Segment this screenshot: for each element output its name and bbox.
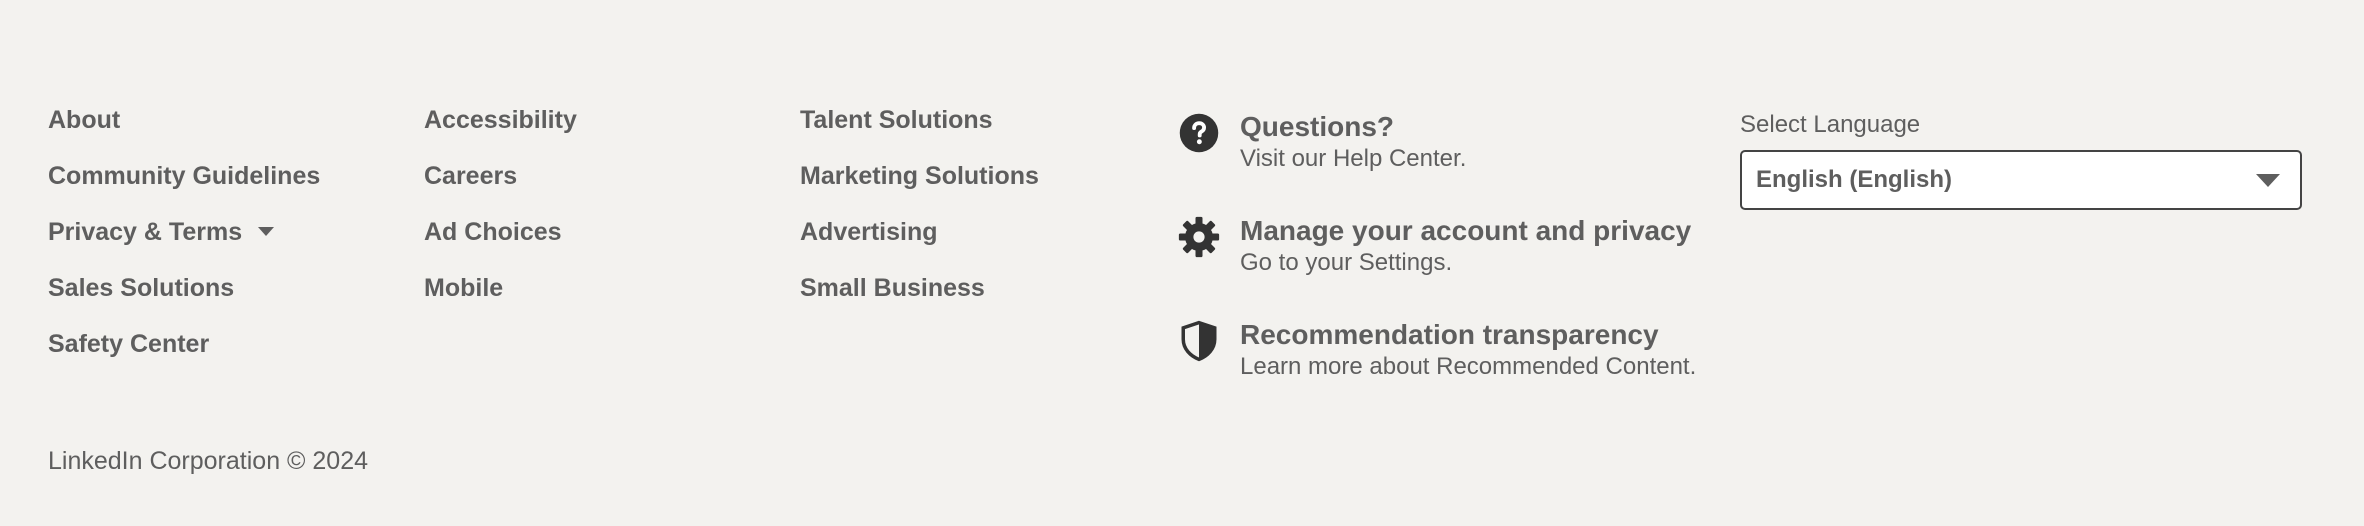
help-item-recommendation: Recommendation transparency Learn more a… <box>1178 318 1696 392</box>
question-circle-icon <box>1179 113 1219 153</box>
help-item-questions: Questions? Visit our Help Center. <box>1178 110 1696 184</box>
global-footer: About Community Guidelines Privacy & Ter… <box>0 0 2364 526</box>
copyright-text: LinkedIn Corporation © 2024 <box>48 447 369 475</box>
help-item-text: Manage your account and privacy Go to yo… <box>1240 214 1691 278</box>
language-selected-value: English (English) <box>1756 166 1952 193</box>
privacy-terms-dropdown[interactable]: Privacy & Terms <box>48 218 320 246</box>
help-section: Questions? Visit our Help Center. Manage… <box>1178 110 1696 422</box>
safety-center-link[interactable]: Safety Center <box>48 330 320 358</box>
questions-desc: Visit our Help Center. <box>1240 145 1467 172</box>
language-selector: Select Language English (English) <box>1740 110 2302 210</box>
talent-solutions-link[interactable]: Talent Solutions <box>800 106 1039 134</box>
settings-link[interactable]: Settings <box>1359 249 1446 276</box>
footer-links-column-2: Accessibility Careers Ad Choices Mobile <box>424 106 577 330</box>
language-label: Select Language <box>1740 111 1921 138</box>
about-link[interactable]: About <box>48 106 320 134</box>
gear-icon <box>1178 216 1220 258</box>
caret-down-icon <box>258 226 275 236</box>
advertising-link[interactable]: Advertising <box>800 218 1039 246</box>
sales-solutions-link[interactable]: Sales Solutions <box>48 274 320 302</box>
mobile-link[interactable]: Mobile <box>424 274 577 302</box>
recommendation-title[interactable]: Recommendation transparency <box>1240 318 1696 352</box>
accessibility-link[interactable]: Accessibility <box>424 106 577 134</box>
community-guidelines-link[interactable]: Community Guidelines <box>48 162 320 190</box>
help-item-account: Manage your account and privacy Go to yo… <box>1178 214 1696 288</box>
small-business-link[interactable]: Small Business <box>800 274 1039 302</box>
chevron-down-icon <box>2256 173 2280 187</box>
marketing-solutions-link[interactable]: Marketing Solutions <box>800 162 1039 190</box>
ad-choices-link[interactable]: Ad Choices <box>424 218 577 246</box>
careers-link[interactable]: Careers <box>424 162 577 190</box>
footer-links-column-3: Talent Solutions Marketing Solutions Adv… <box>800 106 1039 330</box>
manage-account-title[interactable]: Manage your account and privacy <box>1240 214 1691 248</box>
language-select[interactable]: English (English) <box>1740 150 2302 210</box>
help-item-text: Recommendation transparency Learn more a… <box>1240 318 1696 382</box>
privacy-terms-label: Privacy & Terms <box>48 218 243 246</box>
questions-title[interactable]: Questions? <box>1240 110 1466 144</box>
footer-links-column-1: About Community Guidelines Privacy & Ter… <box>48 106 320 386</box>
help-item-text: Questions? Visit our Help Center. <box>1240 110 1466 174</box>
help-center-link[interactable]: Help Center <box>1333 145 1460 172</box>
manage-account-desc: Go to your Settings. <box>1240 249 1453 276</box>
recommendation-desc: Learn more about Recommended Content. <box>1240 353 1697 380</box>
recommended-content-link[interactable]: Recommended Content <box>1436 353 1689 380</box>
shield-icon <box>1181 320 1217 362</box>
